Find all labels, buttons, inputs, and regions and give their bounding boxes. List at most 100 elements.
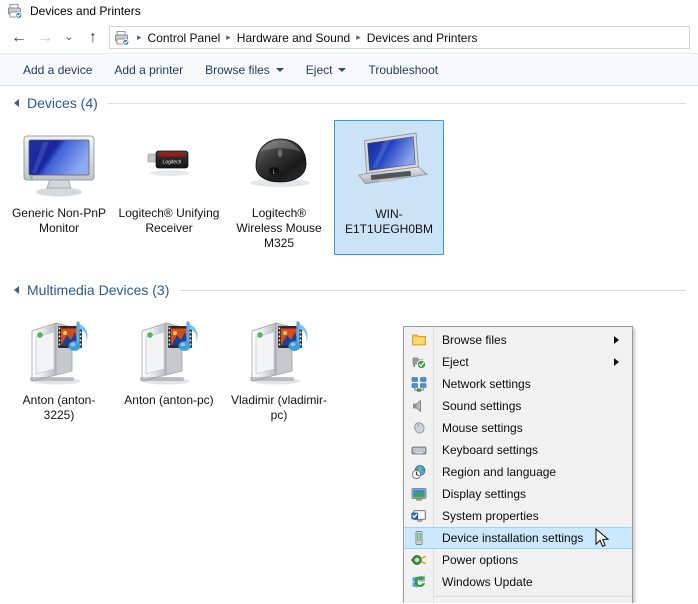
display-icon	[404, 483, 433, 505]
menu-item-label: Region and language	[442, 465, 557, 479]
address-bar[interactable]: ▸ Control Panel ▸ Hardware and Sound ▸ D…	[109, 26, 690, 49]
breadcrumb-item-devices-and-printers[interactable]: Devices and Printers	[365, 31, 480, 45]
device-tile-label: Generic Non-PnP Monitor	[11, 206, 107, 235]
device-tile-logitech-unifying-receiver[interactable]: Logitech Logitech® Unifying Receiver	[114, 120, 224, 255]
folder-icon	[404, 329, 433, 351]
device-tile-generic-non-pnp-monitor[interactable]: Generic Non-PnP Monitor	[4, 120, 114, 255]
menu-item-label: Windows Update	[442, 575, 533, 589]
menu-item-network-settings[interactable]: Network settings	[404, 373, 632, 395]
menu-item-label: Keyboard settings	[442, 443, 539, 457]
menu-item-create-shortcut[interactable]: Create shortcut	[404, 600, 632, 603]
toolbar-label: Browse files	[205, 62, 270, 77]
empty-icon-slot	[404, 600, 433, 603]
eject-ok-icon	[404, 351, 433, 373]
menu-item-label: Power options	[442, 553, 519, 567]
mouse-icon	[404, 417, 433, 439]
up-button[interactable]: ↑	[80, 26, 106, 50]
media-pc-icon	[236, 313, 322, 387]
menu-item-power-options[interactable]: Power options	[404, 549, 632, 571]
monitor-icon	[16, 126, 102, 200]
group-header-devices[interactable]: Devices (4)	[0, 90, 698, 116]
mouse-icon: L	[236, 126, 322, 200]
menu-item-eject[interactable]: Eject	[404, 351, 632, 373]
speaker-icon	[404, 395, 433, 417]
menu-item-keyboard-settings[interactable]: Keyboard settings	[404, 439, 632, 461]
devices-content-area: Devices (4) Generic Non-PnP Monitor Logi…	[0, 86, 698, 603]
breadcrumb-item-hardware-and-sound[interactable]: Hardware and Sound	[235, 31, 352, 45]
collapse-triangle-icon[interactable]	[14, 99, 19, 107]
menu-item-display-settings[interactable]: Display settings	[404, 483, 632, 505]
navigation-bar: ← → ⌄ ↑ ▸ Control Panel ▸ Hardware and S…	[0, 22, 698, 53]
chevron-down-icon	[275, 67, 284, 72]
toolbar-browse-files[interactable]: Browse files	[194, 58, 295, 82]
device-install-icon	[404, 527, 433, 549]
device-tile-win-e1t1uegh0bm[interactable]: WIN-E1T1UEGH0BM	[334, 120, 444, 255]
group-title: Devices (4)	[27, 95, 98, 111]
windows-update-icon	[404, 571, 433, 593]
recent-locations-button[interactable]: ⌄	[58, 26, 80, 50]
toolbar-label: Troubleshoot	[368, 62, 439, 77]
device-tile-label: Anton (anton-pc)	[124, 393, 214, 407]
toolbar-add-a-device[interactable]: Add a device	[12, 58, 103, 82]
chevron-right-icon	[614, 358, 619, 366]
printer-icon	[7, 3, 23, 19]
chevron-down-icon	[338, 67, 347, 72]
system-icon	[404, 505, 433, 527]
menu-item-sound-settings[interactable]: Sound settings	[404, 395, 632, 417]
menu-item-label: Eject	[442, 355, 469, 369]
printer-icon	[114, 30, 130, 46]
toolbar-label: Add a device	[23, 62, 93, 77]
toolbar-eject[interactable]: Eject	[295, 58, 358, 82]
device-tile-logitech-wireless-mouse-m325[interactable]: L Logitech® Wireless Mouse M325	[224, 120, 334, 255]
group-divider	[107, 102, 686, 104]
device-tile-label: Logitech® Wireless Mouse M325	[236, 206, 322, 250]
breadcrumb-item-control-panel[interactable]: Control Panel	[146, 31, 223, 45]
menu-item-label: Sound settings	[442, 399, 522, 413]
command-toolbar: Add a device Add a printer Browse files …	[0, 53, 698, 86]
svg-text:Logitech: Logitech	[163, 160, 182, 166]
menu-item-label: Device installation settings	[442, 531, 584, 545]
keyboard-icon	[404, 439, 433, 461]
device-tile-anton-anton-3225[interactable]: Anton (anton-3225)	[4, 307, 114, 427]
menu-item-region-and-language[interactable]: Region and language	[404, 461, 632, 483]
device-tile-anton-anton-pc[interactable]: Anton (anton-pc)	[114, 307, 224, 427]
menu-item-label: System properties	[442, 509, 539, 523]
media-pc-icon	[16, 313, 102, 387]
menu-item-mouse-settings[interactable]: Mouse settings	[404, 417, 632, 439]
breadcrumb-separator: ▸	[226, 32, 231, 42]
group-title: Multimedia Devices (3)	[27, 282, 170, 298]
menu-item-device-installation-settings[interactable]: Device installation settings	[404, 527, 632, 549]
toolbar-label: Eject	[305, 62, 333, 77]
breadcrumb-separator: ▸	[356, 32, 361, 42]
laptop-icon	[346, 127, 432, 201]
context-menu: Browse files Eject Network settings Soun…	[403, 326, 633, 603]
usb-receiver-icon: Logitech	[126, 126, 212, 200]
menu-item-browse-files[interactable]: Browse files	[404, 329, 632, 351]
device-tile-label: Logitech® Unifying Receiver	[118, 206, 220, 235]
device-tile-label: Anton (anton-3225)	[22, 393, 96, 422]
forward-button[interactable]: →	[32, 26, 58, 50]
device-tile-vladimir-vladimir-pc[interactable]: Vladimir (vladimir-pc)	[224, 307, 334, 427]
power-plug-icon	[404, 549, 433, 571]
devices-tile-list: Generic Non-PnP Monitor Logitech Logitec…	[0, 120, 698, 255]
toolbar-label: Add a printer	[114, 62, 184, 77]
menu-item-label: Browse files	[442, 333, 507, 347]
group-header-multimedia-devices[interactable]: Multimedia Devices (3)	[0, 277, 698, 303]
breadcrumb-separator: ▸	[137, 32, 142, 42]
menu-item-label: Display settings	[442, 487, 527, 501]
chevron-right-icon	[614, 336, 619, 344]
menu-item-windows-update[interactable]: Windows Update	[404, 571, 632, 593]
back-button[interactable]: ←	[6, 26, 32, 50]
svg-text:L: L	[273, 170, 276, 176]
device-tile-label: WIN-E1T1UEGH0BM	[344, 207, 434, 236]
menu-item-label: Network settings	[442, 377, 531, 391]
menu-item-system-properties[interactable]: System properties	[404, 505, 632, 527]
globe-clock-icon	[404, 461, 433, 483]
toolbar-troubleshoot[interactable]: Troubleshoot	[357, 58, 449, 82]
menu-separator	[434, 596, 631, 597]
device-tile-label: Vladimir (vladimir-pc)	[230, 393, 327, 422]
collapse-triangle-icon[interactable]	[14, 286, 19, 294]
toolbar-add-a-printer[interactable]: Add a printer	[103, 58, 194, 82]
media-pc-icon	[126, 313, 212, 387]
menu-item-label: Mouse settings	[442, 421, 523, 435]
